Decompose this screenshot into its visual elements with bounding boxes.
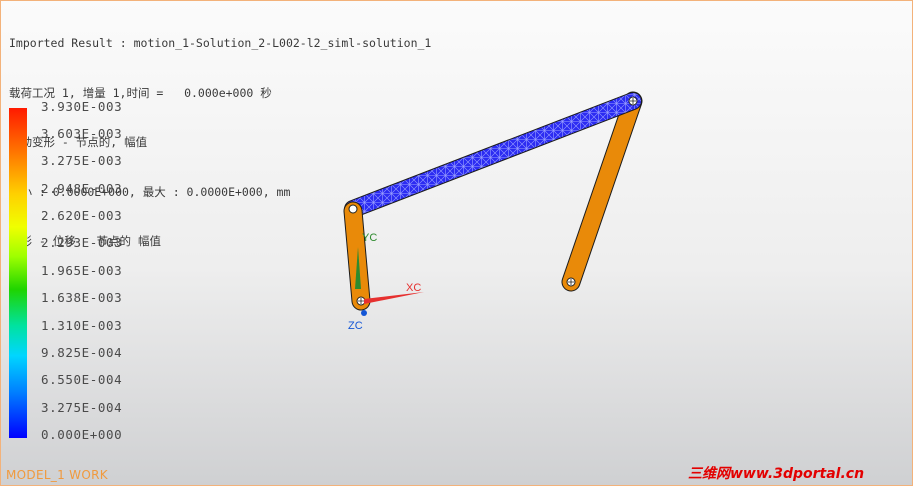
watermark-logo: 三维网www.3dportal.cn [688, 466, 865, 482]
pin-joint-icon [348, 204, 358, 214]
z-axis-marker [361, 310, 367, 316]
x-axis-label: XC [406, 282, 421, 294]
z-axis-label: ZC [348, 320, 363, 332]
pin-joint-icon [356, 296, 366, 306]
work-view-label: MODEL_1 WORK [6, 468, 108, 482]
pin-joint-icon [566, 277, 576, 287]
coupler-link-mesh[interactable] [345, 93, 641, 217]
graphics-window[interactable]: YC XC ZC [0, 0, 913, 486]
y-axis-label: YC [362, 232, 377, 244]
pin-joint-icon [628, 96, 638, 106]
